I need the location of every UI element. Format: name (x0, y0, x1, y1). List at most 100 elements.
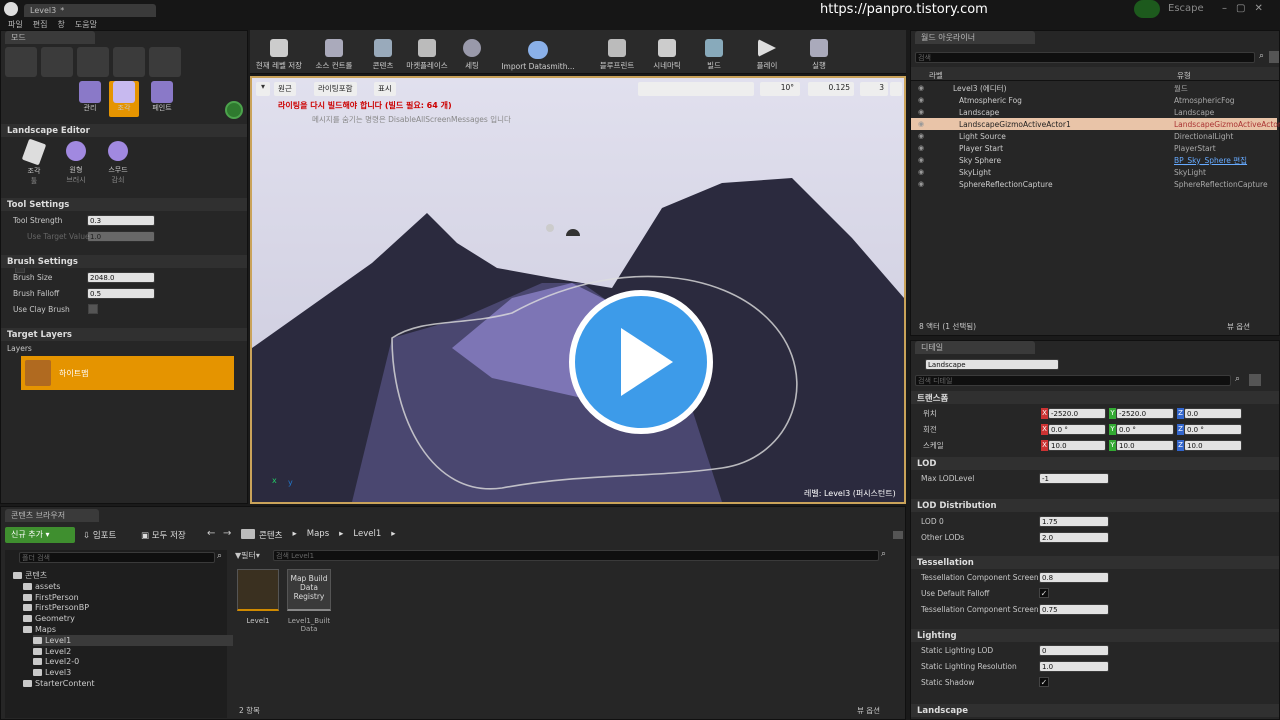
outliner-row[interactable]: ◉ Level3 (에디터) 월드 (911, 82, 1277, 94)
angle-snap[interactable]: 10° (760, 82, 800, 96)
loc-x-field[interactable]: -2520.0 (1048, 408, 1106, 419)
lod-distribution-header[interactable]: LOD Distribution (911, 499, 1279, 512)
scale-snap[interactable]: 0.125 (808, 82, 854, 96)
add-new-button[interactable]: 신규 추가 ▾ (5, 527, 75, 543)
loc-y-field[interactable]: -2520.0 (1116, 408, 1174, 419)
visibility-eye-icon[interactable]: ◉ (918, 168, 924, 176)
heightmap-layer[interactable]: 하이트맵 (21, 356, 234, 390)
visibility-eye-icon[interactable]: ◉ (918, 96, 924, 104)
breadcrumb-level1[interactable]: Level1 (353, 529, 381, 541)
geometry-mode-icon[interactable] (149, 47, 181, 77)
source-control-button[interactable]: 소스 컨트롤 (310, 30, 358, 74)
folder-item[interactable]: StarterContent (23, 678, 95, 689)
outliner-tab[interactable]: 월드 아웃라이너 (915, 31, 1035, 44)
asset-level1[interactable]: Level1 (237, 569, 279, 629)
details-tab[interactable]: 디테일 (915, 341, 1035, 354)
import-button[interactable]: ⇩ 임포트 (83, 529, 116, 541)
loc-z-field[interactable]: 0.0 (1184, 408, 1242, 419)
outliner-row[interactable]: ◉ Player Start PlayerStart (911, 142, 1277, 154)
folder-item[interactable]: Geometry (23, 613, 75, 624)
static-lighting-lod-field[interactable]: 0 (1039, 645, 1109, 656)
lighting-header[interactable]: Lighting (911, 629, 1279, 642)
tool-settings-header[interactable]: Tool Settings (1, 198, 247, 211)
layers-label[interactable]: Layers (7, 344, 32, 353)
static-shadow-checkbox[interactable]: ✓ (1039, 677, 1049, 687)
content-button[interactable]: 콘텐츠 (362, 30, 404, 74)
object-name-field[interactable]: Landscape (925, 359, 1059, 370)
maximize-viewport-icon[interactable] (890, 82, 902, 96)
folder-item[interactable]: Level1 (33, 634, 233, 646)
paint-mode-icon[interactable] (41, 47, 73, 77)
scale-x-field[interactable]: 10.0 (1048, 440, 1106, 451)
tess-screen-size-field[interactable]: 0.8 (1039, 572, 1109, 583)
brush-tool-circle[interactable]: 원형 브러시 (59, 141, 93, 185)
menu-file[interactable]: 파일 (8, 19, 23, 30)
asset-built-data[interactable]: Map Build Data Registry Level1_Built Dat… (287, 569, 331, 641)
outliner-row[interactable]: ◉ SkyLight SkyLight (911, 166, 1277, 178)
content-browser-tab[interactable]: 콘텐츠 브라우저 (5, 509, 99, 522)
outliner-col-label[interactable]: 라벨 (929, 70, 943, 81)
window-controls[interactable]: –▢✕ (1222, 3, 1272, 14)
content-view-options[interactable]: 뷰 옵션 (857, 705, 880, 716)
lock-icon[interactable] (893, 531, 903, 539)
settings-button[interactable]: 세팅 (454, 30, 490, 74)
video-play-overlay[interactable] (569, 290, 713, 434)
scale-label[interactable]: 스케일 (923, 440, 944, 451)
brush-tool-sculpt[interactable]: 조각 툴 (19, 138, 49, 186)
landscape-editor-header[interactable]: Landscape Editor (1, 124, 247, 137)
foliage-mode-icon[interactable] (113, 47, 145, 77)
folder-item[interactable]: Level3 (33, 667, 71, 678)
folder-search[interactable]: 폴더 검색 (19, 552, 215, 563)
play-button[interactable]: 플레이 (744, 30, 790, 74)
menu-window[interactable]: 창 (57, 19, 64, 30)
folder-item[interactable]: Level2-0 (33, 656, 79, 667)
outliner-row[interactable]: ◉ SphereReflectionCapture SphereReflection… (911, 178, 1277, 190)
transform-header[interactable]: 트랜스폼 (911, 391, 1279, 404)
outliner-search[interactable]: 검색 (915, 52, 1255, 63)
landscape-section-header[interactable]: Landscape (911, 704, 1279, 717)
visibility-eye-icon[interactable]: ◉ (918, 144, 924, 152)
details-grid-icon[interactable] (1249, 374, 1261, 386)
details-search[interactable]: 검색 디테일 (915, 375, 1231, 386)
folder-item[interactable]: Maps (23, 624, 56, 635)
visibility-eye-icon[interactable]: ◉ (918, 120, 924, 128)
filter-button[interactable]: ▼필터▾ (235, 550, 271, 562)
landscape-mode-icon[interactable] (77, 47, 109, 77)
tessellation-header[interactable]: Tessellation (911, 556, 1279, 569)
rot-y-field[interactable]: 0.0 ° (1116, 424, 1174, 435)
asset-search[interactable]: 검색 Level1 (273, 550, 879, 561)
rot-x-field[interactable]: 0.0 ° (1048, 424, 1106, 435)
visibility-eye-icon[interactable]: ◉ (918, 180, 924, 188)
folder-item[interactable]: Level2 (33, 646, 71, 657)
tool-paint[interactable]: 페인트 (145, 81, 179, 117)
clay-brush-checkbox[interactable] (88, 304, 98, 314)
outliner-row[interactable]: ◉ LandscapeGizmoActiveActor1 LandscapeGizm… (911, 118, 1280, 130)
menu-edit[interactable]: 편집 (33, 19, 48, 30)
outliner-row[interactable]: ◉ Light Source DirectionalLight (911, 130, 1277, 142)
visibility-eye-icon[interactable]: ◉ (918, 156, 924, 164)
outliner-view-options-icon[interactable] (1269, 51, 1279, 63)
max-lod-field[interactable]: -1 (1039, 473, 1109, 484)
import-datasmith-button[interactable]: Import Datasmith... (500, 30, 576, 74)
static-lighting-resolution-field[interactable]: 1.0 (1039, 661, 1109, 672)
live-indicator-icon[interactable] (1134, 0, 1160, 18)
folder-item[interactable]: FirstPersonBP (23, 602, 89, 613)
breadcrumb-content[interactable]: 콘텐츠 (259, 529, 282, 541)
cinematics-button[interactable]: 시네마틱 (644, 30, 690, 74)
outliner-row[interactable]: ◉ Atmospheric Fog AtmosphericFog (911, 94, 1277, 106)
marketplace-button[interactable]: 마켓플레이스 (402, 30, 452, 74)
nav-back-icon[interactable]: ← (207, 528, 215, 539)
folder-item[interactable]: 콘텐츠 (13, 570, 47, 581)
visibility-eye-icon[interactable]: ◉ (918, 84, 924, 92)
lighting-mode-button[interactable]: 라이팅포함 (314, 82, 357, 96)
visibility-eye-icon[interactable]: ◉ (918, 108, 924, 116)
brush-tool-smooth[interactable]: 스무드 감쇠 (101, 141, 135, 185)
modes-tab[interactable]: 모드 (5, 31, 95, 44)
use-default-falloff-checkbox[interactable]: ✓ (1039, 588, 1049, 598)
menu-help[interactable]: 도움말 (75, 19, 97, 30)
other-lods-field[interactable]: 2.0 (1039, 532, 1109, 543)
brush-falloff-field[interactable]: 0.5 (87, 288, 155, 299)
viewport[interactable]: ▾ 원근 라이팅포함 표시 라이팅을 다시 빌드해야 합니다 (빌드 필요: 6… (250, 76, 906, 504)
transform-tools[interactable] (638, 82, 754, 96)
lod-header[interactable]: LOD (911, 457, 1279, 470)
